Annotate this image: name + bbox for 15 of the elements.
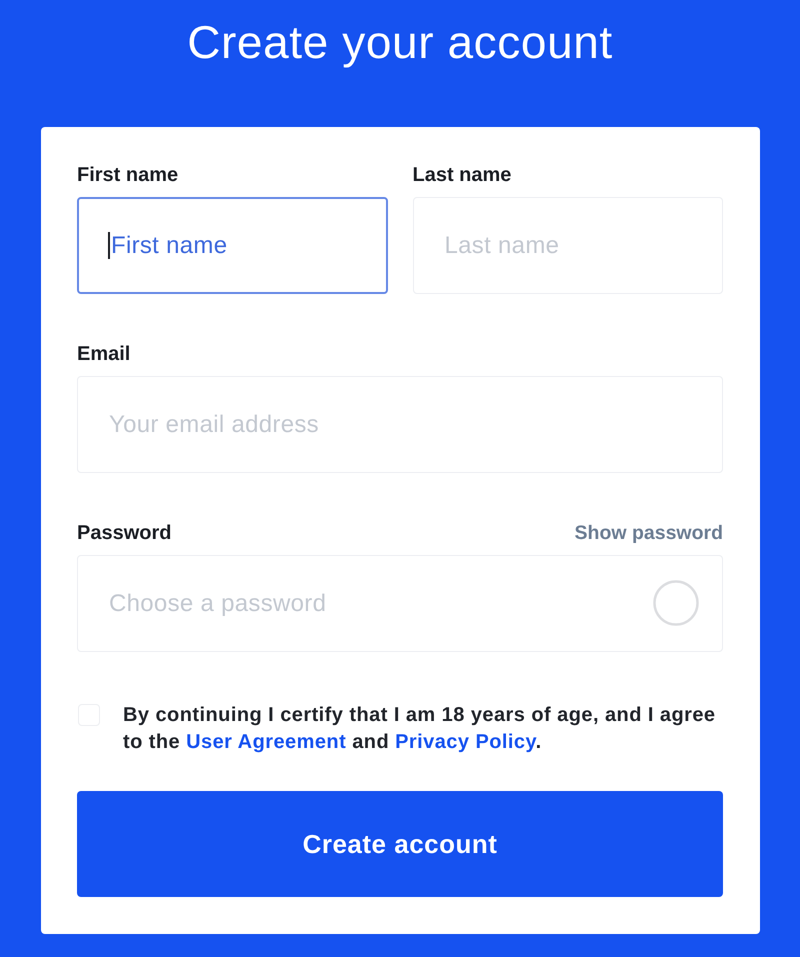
text-cursor-icon <box>108 232 110 259</box>
field-label: Email <box>77 343 130 365</box>
agreement-text: By continuing I certify that I am 18 years of age, and I agree to the User Agreement and Privacy Policy. <box>123 703 717 755</box>
circle-icon <box>653 580 699 626</box>
create-account-button[interactable]: Create account <box>77 791 723 897</box>
field-label: Last name <box>412 164 512 186</box>
legal-link[interactable]: Privacy Policy <box>395 731 536 753</box>
name-field[interactable]: First name <box>77 197 388 294</box>
page-title: Create your account <box>187 15 613 70</box>
field-label: First name <box>77 164 178 186</box>
field-label: Password <box>77 522 172 544</box>
email-field[interactable]: Your email address <box>77 376 723 473</box>
legal-link[interactable]: User Agreement <box>186 731 346 753</box>
password-field[interactable]: Choose a password <box>77 555 723 652</box>
show-password-link[interactable]: Show password <box>574 522 723 544</box>
